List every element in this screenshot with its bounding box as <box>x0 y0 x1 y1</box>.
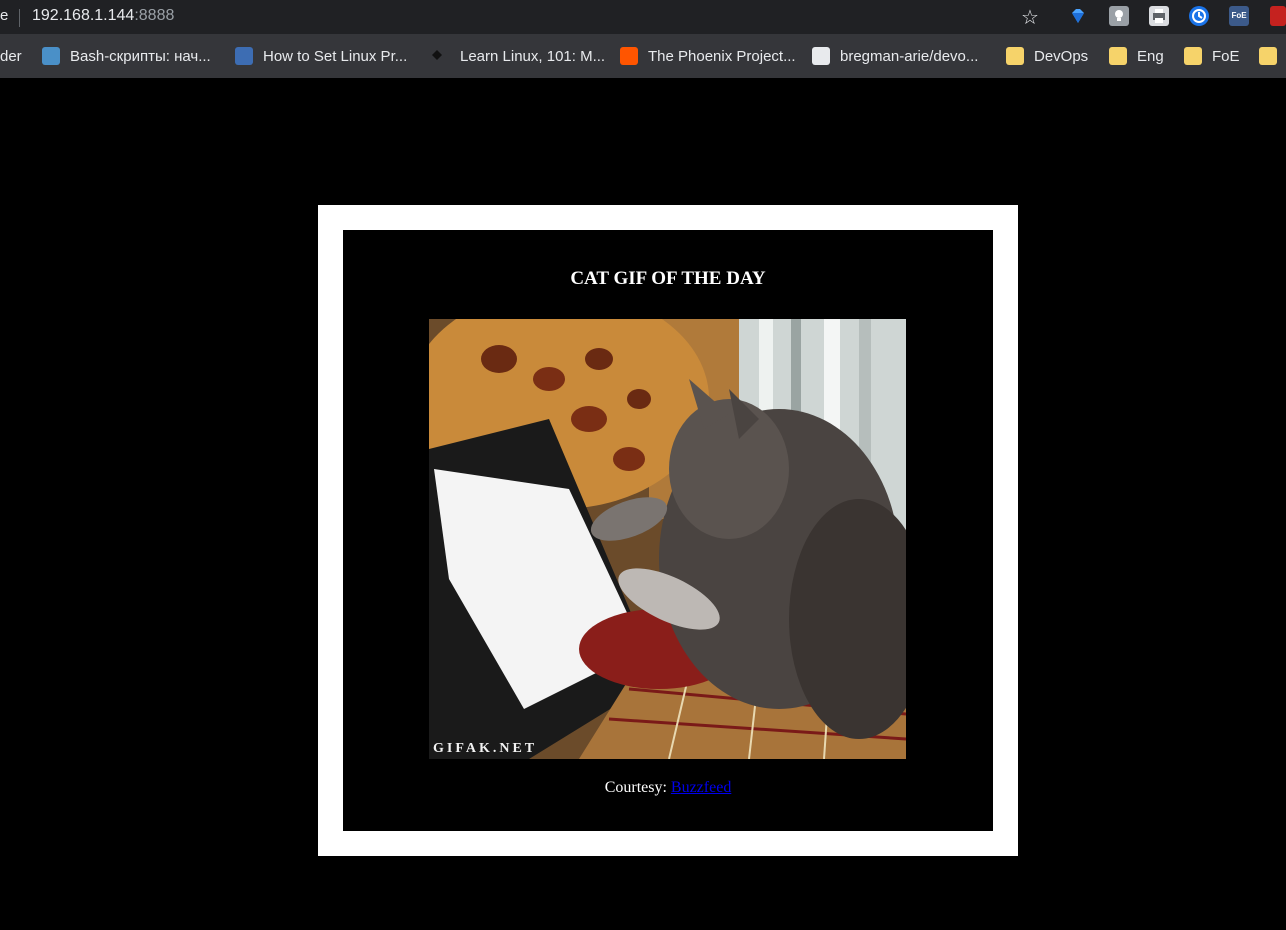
courtesy-label: Courtesy: <box>604 779 671 796</box>
foe-extension-label: FoE <box>1231 11 1247 20</box>
cat-gif-image: GIFAK.NET <box>429 319 906 759</box>
bookmark-label: der <box>0 47 22 65</box>
bookmark-label: bregman-arie/devo... <box>840 47 979 65</box>
bookmark-label: Eng <box>1137 47 1164 65</box>
soundcloud-icon <box>620 47 638 65</box>
url-port[interactable]: :8888 <box>134 7 174 24</box>
bookmark-folder[interactable]: FoE <box>1184 34 1240 78</box>
courtesy-line: Courtesy: Buzzfeed <box>343 779 993 797</box>
pdf-extension-icon[interactable] <box>1270 6 1286 26</box>
tab-title-fragment[interactable]: e <box>0 7 8 24</box>
bookmark-label: DevOps <box>1034 47 1089 65</box>
page-frame: CAT GIF OF THE DAY GIFAK.NET Courtesy: B… <box>318 205 1018 856</box>
gif-watermark: GIFAK.NET <box>433 741 538 756</box>
bookmark-folder[interactable] <box>1259 34 1286 78</box>
bookmark-folder[interactable]: DevOps <box>1006 34 1088 78</box>
bookmark-item[interactable]: bregman-arie/devo... <box>812 34 978 78</box>
bookmark-item[interactable]: Learn Linux, 101: M... <box>428 34 605 78</box>
bookmark-label: FoE <box>1212 47 1240 65</box>
lightbulb-extension-icon[interactable] <box>1109 6 1129 26</box>
history-extension-icon[interactable] <box>1189 6 1209 26</box>
bookmark-label: Bash-скрипты: нач... <box>70 47 211 65</box>
folder-icon <box>1259 47 1277 65</box>
page-title: CAT GIF OF THE DAY <box>570 268 766 289</box>
gem-extension-icon[interactable] <box>1068 6 1088 26</box>
browser-toolbar: e 192.168.1.144:8888 ☆ FoE <box>0 0 1286 34</box>
bookmark-item[interactable]: How to Set Linux Pr... <box>235 34 407 78</box>
foe-extension-icon[interactable]: FoE <box>1229 6 1249 26</box>
bookmark-item[interactable]: Bash-скрипты: нач... <box>42 34 211 78</box>
omnibox-divider <box>19 9 20 27</box>
howto-site-icon <box>235 47 253 65</box>
address-bar[interactable]: 192.168.1.144:8888 <box>32 7 174 25</box>
bookmarks-bar: der Bash-скрипты: нач... How to Set Linu… <box>0 34 1286 78</box>
folder-icon <box>1184 47 1202 65</box>
bookmark-label: How to Set Linux Pr... <box>263 47 408 65</box>
omnibox[interactable]: e 192.168.1.144:8888 ☆ <box>0 2 1050 32</box>
folder-icon <box>1109 47 1127 65</box>
bookmark-folder[interactable]: Eng <box>1109 34 1164 78</box>
bookmark-item[interactable]: der <box>0 34 22 78</box>
buzzfeed-link[interactable]: Buzzfeed <box>671 779 731 796</box>
url-host[interactable]: 192.168.1.144 <box>32 7 134 24</box>
print-extension-icon[interactable] <box>1149 6 1169 26</box>
bookmark-star-icon[interactable]: ☆ <box>1019 6 1041 28</box>
bookmark-label: Learn Linux, 101: M... <box>460 47 606 65</box>
bookmark-item[interactable]: The Phoenix Project... <box>620 34 796 78</box>
bash-site-icon <box>42 47 60 65</box>
folder-icon <box>1006 47 1024 65</box>
github-icon <box>812 47 830 65</box>
learn-linux-icon <box>432 47 450 65</box>
bookmark-label: The Phoenix Project... <box>648 47 796 65</box>
content-box: CAT GIF OF THE DAY GIFAK.NET Courtesy: B… <box>343 230 993 831</box>
